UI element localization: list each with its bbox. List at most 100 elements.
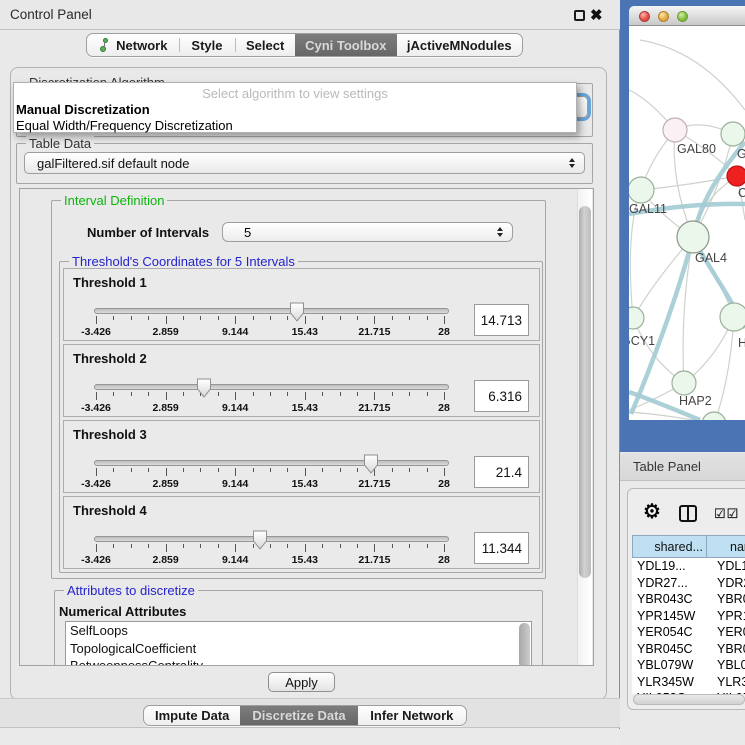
node-label: HAP2 — [679, 394, 712, 408]
attribute-list-item[interactable]: SelfLoops — [66, 622, 531, 640]
network-node[interactable] — [727, 166, 745, 186]
table-row[interactable]: YPR145WYPR14 — [632, 608, 745, 625]
dropdown-item-manual[interactable]: Manual Discretization — [16, 102, 150, 117]
tab-label: Network — [116, 38, 167, 53]
apply-button[interactable]: Apply — [268, 672, 335, 692]
cell-shared-name: YBR043C — [637, 592, 693, 606]
tick-label: 28 — [438, 402, 450, 414]
threshold-panel-3: Threshold 3-3.4262.8599.14415.4321.71528… — [63, 420, 540, 493]
slider-thumb[interactable] — [363, 454, 379, 474]
tick-label: 2.859 — [152, 478, 178, 490]
table-row[interactable]: YBR043C YBR04 — [632, 591, 745, 608]
top-tab-bar: Network Style Select Cyni Toolbox jActiveMNo… — [86, 33, 523, 57]
cell-name: YBR04 — [717, 642, 745, 656]
close-traffic-light[interactable] — [639, 11, 650, 22]
settings-scrollbar-track[interactable] — [577, 189, 592, 665]
table-row[interactable]: YDR27...YDR27 — [632, 575, 745, 592]
threshold-panel-4: Threshold 4-3.4262.8599.14415.4321.71528… — [63, 496, 540, 569]
tick-label: 21.715 — [358, 402, 390, 414]
table-data-combobox[interactable]: galFiltered.sif default node — [24, 152, 585, 174]
threshold-coordinates-group: Threshold's Coordinates for 5 Intervals … — [59, 261, 543, 573]
table-row[interactable]: YBR045C YBR04 — [632, 641, 745, 658]
minimize-traffic-light[interactable] — [658, 11, 669, 22]
network-icon — [98, 38, 111, 52]
interval-definition-group: Interval Definition Number of Intervals … — [51, 200, 546, 579]
threshold-label: Threshold 4 — [73, 503, 147, 518]
node-label: GA — [737, 147, 745, 161]
network-node[interactable] — [672, 371, 696, 395]
tick-label: -3.426 — [81, 478, 111, 490]
slider-track[interactable] — [94, 308, 449, 314]
tick-label: 15.43 — [292, 402, 318, 414]
network-edge — [714, 317, 734, 420]
tab-label: jActiveMNodules — [407, 38, 512, 53]
tick-label: 15.43 — [292, 326, 318, 338]
table-row[interactable]: YBL079W YBL07 — [632, 657, 745, 674]
tab-jactivemnodules[interactable]: jActiveMNodules — [397, 34, 522, 56]
slider-track[interactable] — [94, 384, 449, 390]
tab-style[interactable]: Style — [179, 34, 236, 56]
threshold-value-box[interactable]: 21.4 — [474, 456, 529, 488]
zoom-traffic-light[interactable] — [677, 11, 688, 22]
tab-infer-network[interactable]: Infer Network — [358, 706, 466, 725]
number-of-intervals-spinner[interactable]: 5 — [222, 222, 513, 242]
table-horizontal-scrollbar[interactable] — [633, 694, 745, 705]
tab-label: Select — [246, 38, 284, 53]
slider-thumb[interactable] — [196, 378, 212, 398]
gear-icon[interactable]: ⚙ — [643, 502, 661, 522]
node-label: H — [738, 336, 745, 350]
slider-track[interactable] — [94, 460, 449, 466]
tab-discretize-data[interactable]: Discretize Data — [240, 706, 357, 725]
slider-thumb[interactable] — [289, 302, 305, 322]
network-node[interactable] — [663, 118, 687, 142]
network-node[interactable] — [721, 122, 745, 146]
network-canvas[interactable]: GAL80GACGAL11GAL4GCY1HHAP2 — [629, 26, 745, 420]
cell-name: YBL07 — [717, 658, 745, 672]
network-node[interactable] — [720, 303, 745, 331]
combo-arrows-icon — [567, 158, 576, 168]
node-label: GAL11 — [629, 202, 667, 216]
attribute-list-item[interactable]: TopologicalCoefficient — [66, 640, 531, 658]
slider-track[interactable] — [94, 536, 449, 542]
column-header-name[interactable]: name — [706, 535, 745, 558]
table-row[interactable]: YER054CYER05 — [632, 624, 745, 641]
dropdown-item-equal[interactable]: Equal Width/Frequency Discretization — [16, 118, 233, 133]
cell-shared-name: YLR345W — [637, 675, 694, 689]
interval-definition-title: Interval Definition — [61, 193, 167, 208]
slider-thumb[interactable] — [252, 530, 268, 550]
cell-shared-name: YBR045C — [637, 642, 693, 656]
tab-network[interactable]: Network — [87, 34, 179, 56]
attributes-list-scrollbar[interactable] — [519, 623, 530, 666]
tab-label: Cyni Toolbox — [305, 38, 386, 53]
window-title: Control Panel — [10, 7, 92, 22]
table-row[interactable]: YLR345WYLR34 — [632, 674, 745, 691]
tick-label: 28 — [438, 554, 450, 566]
table-row[interactable]: YDL19...YDL19 — [632, 558, 745, 575]
threshold-value-box[interactable]: 6.316 — [474, 380, 529, 412]
network-edge — [641, 176, 737, 190]
threshold-value-box[interactable]: 14.713 — [474, 304, 529, 336]
float-icon[interactable] — [574, 10, 585, 21]
attribute-list-item[interactable]: BetweennessCentrality — [66, 657, 531, 666]
column-header-shared[interactable]: shared... — [632, 535, 707, 558]
tick-label: 28 — [438, 478, 450, 490]
cell-shared-name: YDL19... — [637, 559, 686, 573]
cell-shared-name: YPR145W — [637, 609, 695, 623]
split-panes-icon[interactable] — [679, 505, 697, 522]
network-node[interactable] — [702, 412, 726, 420]
table-panel-title: Table Panel — [633, 459, 701, 474]
threshold-value-box[interactable]: 11.344 — [474, 532, 529, 564]
network-node[interactable] — [629, 307, 644, 329]
network-node[interactable] — [629, 177, 654, 203]
tab-impute-data[interactable]: Impute Data — [144, 706, 240, 725]
tab-label: Impute Data — [155, 708, 229, 723]
checkbox-icons[interactable]: ☑☑ — [714, 506, 739, 522]
close-icon[interactable]: ✖ — [590, 6, 603, 24]
network-node[interactable] — [677, 221, 709, 253]
numerical-attributes-list[interactable]: SelfLoopsTopologicalCoefficientBetweenne… — [65, 621, 532, 666]
cell-shared-name: YBL079W — [637, 658, 693, 672]
cell-name: YBR04 — [717, 592, 745, 606]
settings-scrollbar-thumb[interactable] — [579, 206, 591, 578]
tab-cyni-toolbox[interactable]: Cyni Toolbox — [295, 34, 397, 56]
tab-select[interactable]: Select — [235, 34, 295, 56]
